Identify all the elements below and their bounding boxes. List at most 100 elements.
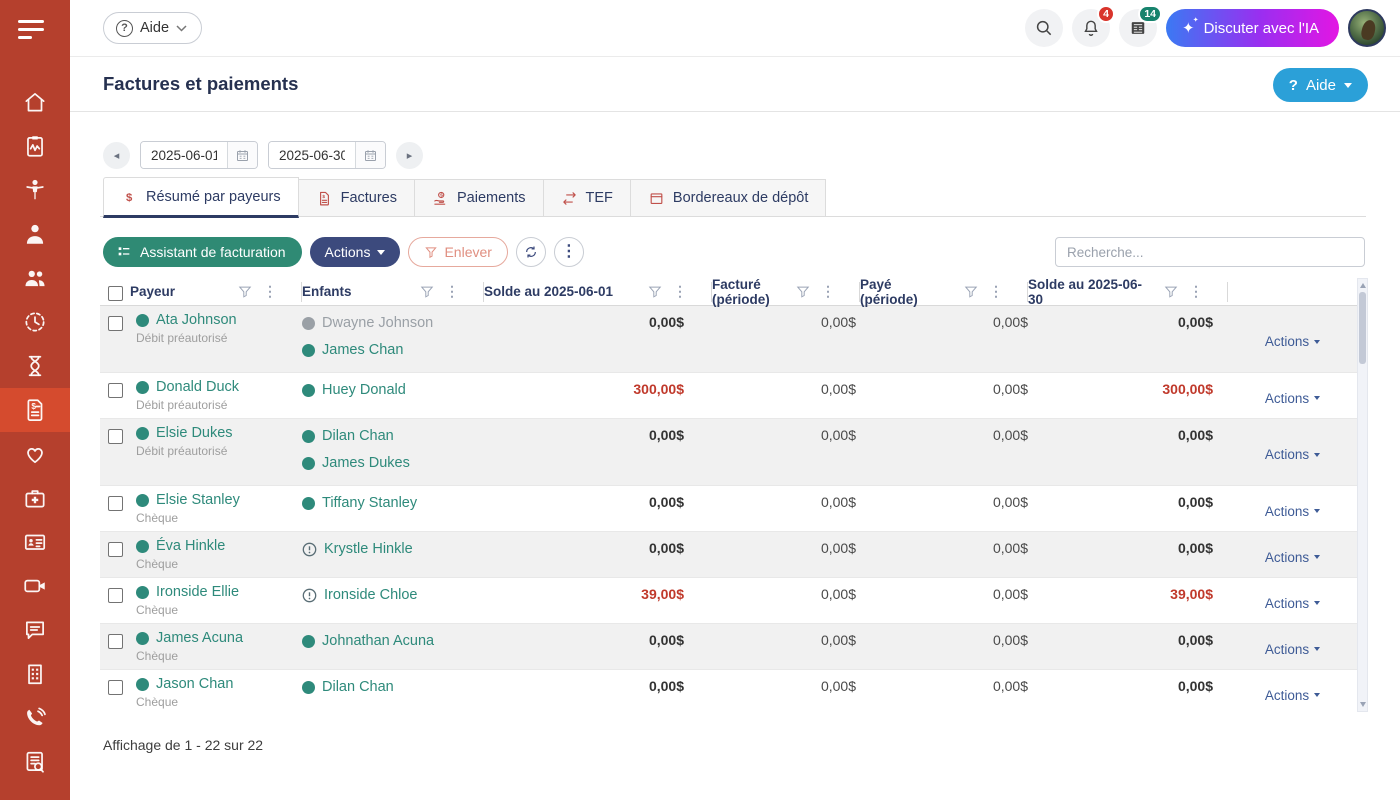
sidebar-item-building[interactable] bbox=[0, 652, 70, 696]
filter-icon[interactable] bbox=[648, 285, 662, 299]
notifications-button[interactable]: 4 bbox=[1072, 9, 1110, 47]
sidebar-item-first-aid[interactable] bbox=[0, 476, 70, 520]
tab-r-sum-par-payeurs[interactable]: $Résumé par payeurs bbox=[103, 177, 299, 218]
payer-link[interactable]: Ironside Ellie bbox=[136, 584, 302, 600]
column-header-3[interactable]: Facturé (période) ⋮ bbox=[712, 282, 860, 302]
start-date-input[interactable] bbox=[141, 142, 227, 168]
user-avatar[interactable] bbox=[1348, 9, 1386, 47]
sidebar-item-clock[interactable] bbox=[0, 300, 70, 344]
column-menu-icon[interactable]: ⋮ bbox=[445, 283, 459, 300]
column-menu-icon[interactable]: ⋮ bbox=[673, 283, 687, 300]
payer-link[interactable]: Jason Chan bbox=[136, 676, 302, 692]
payer-link[interactable]: James Acuna bbox=[136, 630, 302, 646]
column-header-4[interactable]: Payé (période) ⋮ bbox=[860, 282, 1028, 302]
scroll-up-icon[interactable] bbox=[1360, 283, 1366, 288]
scroll-down-icon[interactable] bbox=[1360, 702, 1366, 707]
more-options-button[interactable]: ⋮ bbox=[554, 237, 584, 267]
payer-link[interactable]: Éva Hinkle bbox=[136, 538, 302, 554]
table-search-input[interactable] bbox=[1055, 237, 1365, 267]
actions-dropdown-button[interactable]: Actions bbox=[310, 237, 401, 267]
column-header-5[interactable]: Solde au 2025-06-30 ⋮ bbox=[1028, 282, 1228, 302]
filter-icon[interactable] bbox=[796, 285, 810, 299]
row-actions-button[interactable]: Actions bbox=[1265, 681, 1320, 709]
end-date-input[interactable] bbox=[269, 142, 355, 168]
sidebar-item-hourglass[interactable] bbox=[0, 344, 70, 388]
vertical-scrollbar[interactable] bbox=[1357, 278, 1368, 712]
sidebar-item-people[interactable] bbox=[0, 256, 70, 300]
column-label: Solde au 2025-06-01 bbox=[484, 284, 613, 299]
child-link[interactable]: Tiffany Stanley bbox=[302, 492, 484, 515]
refresh-button[interactable] bbox=[516, 237, 546, 267]
start-date-calendar-button[interactable] bbox=[227, 142, 257, 168]
payer-link[interactable]: Elsie Dukes bbox=[136, 425, 302, 441]
tab-bordereaux-de-d-p-t[interactable]: Bordereaux de dépôt bbox=[631, 179, 826, 217]
row-checkbox[interactable] bbox=[100, 425, 130, 479]
row-actions-button[interactable]: Actions bbox=[1265, 589, 1320, 617]
child-link[interactable]: Dilan Chan bbox=[302, 425, 484, 448]
previous-period-button[interactable]: ◂ bbox=[103, 142, 130, 169]
child-link[interactable]: James Chan bbox=[302, 339, 484, 362]
tab-paiements[interactable]: $Paiements bbox=[415, 179, 544, 217]
child-link[interactable]: Ironside Chloe bbox=[302, 584, 484, 607]
column-header-1[interactable]: Enfants ⋮ bbox=[302, 282, 484, 302]
row-checkbox[interactable] bbox=[100, 630, 130, 663]
search-button[interactable] bbox=[1025, 9, 1063, 47]
payer-link[interactable]: Ata Johnson bbox=[136, 312, 302, 328]
row-actions-button[interactable]: Actions bbox=[1265, 497, 1320, 525]
row-checkbox[interactable] bbox=[100, 538, 130, 571]
child-link[interactable]: Dwayne Johnson bbox=[302, 312, 484, 335]
row-actions-button[interactable]: Actions bbox=[1265, 543, 1320, 571]
column-menu-icon[interactable]: ⋮ bbox=[1189, 283, 1203, 300]
sidebar-item-phone[interactable] bbox=[0, 696, 70, 740]
filter-icon[interactable] bbox=[420, 285, 434, 299]
help-dropdown[interactable]: ? Aide bbox=[103, 12, 202, 44]
filter-icon[interactable] bbox=[238, 285, 252, 299]
sidebar-item-video[interactable] bbox=[0, 564, 70, 608]
sidebar-item-clipboard-activity[interactable] bbox=[0, 124, 70, 168]
tab-tef[interactable]: TEF bbox=[544, 179, 631, 217]
caret-down-icon bbox=[1314, 340, 1320, 344]
child-link[interactable]: Dilan Chan bbox=[302, 676, 484, 699]
column-header-0[interactable]: Payeur ⋮ bbox=[130, 282, 302, 302]
column-menu-icon[interactable]: ⋮ bbox=[989, 283, 1003, 300]
row-actions-button[interactable]: Actions bbox=[1265, 317, 1320, 366]
filter-icon[interactable] bbox=[1164, 285, 1178, 299]
row-actions-button[interactable]: Actions bbox=[1265, 384, 1320, 412]
row-checkbox[interactable] bbox=[100, 379, 130, 412]
sidebar-item-invoice[interactable]: $ bbox=[0, 388, 70, 432]
sidebar-item-report[interactable] bbox=[0, 740, 70, 784]
child-link[interactable]: James Dukes bbox=[302, 452, 484, 475]
row-actions-button[interactable]: Actions bbox=[1265, 430, 1320, 479]
row-checkbox[interactable] bbox=[100, 492, 130, 525]
menu-toggle-icon[interactable] bbox=[18, 20, 70, 39]
remove-filter-button[interactable]: Enlever bbox=[408, 237, 507, 267]
row-checkbox[interactable] bbox=[100, 312, 130, 366]
child-link[interactable]: Huey Donald bbox=[302, 379, 484, 402]
scrollbar-thumb[interactable] bbox=[1359, 292, 1366, 364]
sidebar-item-id-card[interactable] bbox=[0, 520, 70, 564]
column-menu-icon[interactable]: ⋮ bbox=[263, 283, 277, 300]
billing-assistant-button[interactable]: Assistant de facturation bbox=[103, 237, 302, 267]
sidebar-item-chat[interactable] bbox=[0, 608, 70, 652]
child-link[interactable]: Krystle Hinkle bbox=[302, 538, 484, 561]
schedule-button[interactable]: 14 bbox=[1119, 9, 1157, 47]
end-date-calendar-button[interactable] bbox=[355, 142, 385, 168]
select-all-checkbox[interactable] bbox=[100, 282, 130, 301]
column-menu-icon[interactable]: ⋮ bbox=[821, 283, 835, 300]
filter-icon[interactable] bbox=[964, 285, 978, 299]
sidebar-item-heart[interactable] bbox=[0, 432, 70, 476]
sidebar-item-home[interactable] bbox=[0, 80, 70, 124]
tab-factures[interactable]: $Factures bbox=[299, 179, 415, 217]
row-actions-button[interactable]: Actions bbox=[1265, 635, 1320, 663]
next-period-button[interactable]: ▸ bbox=[396, 142, 423, 169]
child-link[interactable]: Johnathan Acuna bbox=[302, 630, 484, 653]
payer-link[interactable]: Donald Duck bbox=[136, 379, 302, 395]
sidebar-item-educator[interactable] bbox=[0, 212, 70, 256]
row-checkbox[interactable] bbox=[100, 584, 130, 617]
page-help-button[interactable]: ? Aide bbox=[1273, 68, 1368, 102]
column-header-2[interactable]: Solde au 2025-06-01 ⋮ bbox=[484, 282, 712, 302]
row-checkbox[interactable] bbox=[100, 676, 130, 709]
payer-link[interactable]: Elsie Stanley bbox=[136, 492, 302, 508]
chat-ai-button[interactable]: ✦ Discuter avec l'IA bbox=[1166, 9, 1339, 47]
sidebar-item-child[interactable] bbox=[0, 168, 70, 212]
